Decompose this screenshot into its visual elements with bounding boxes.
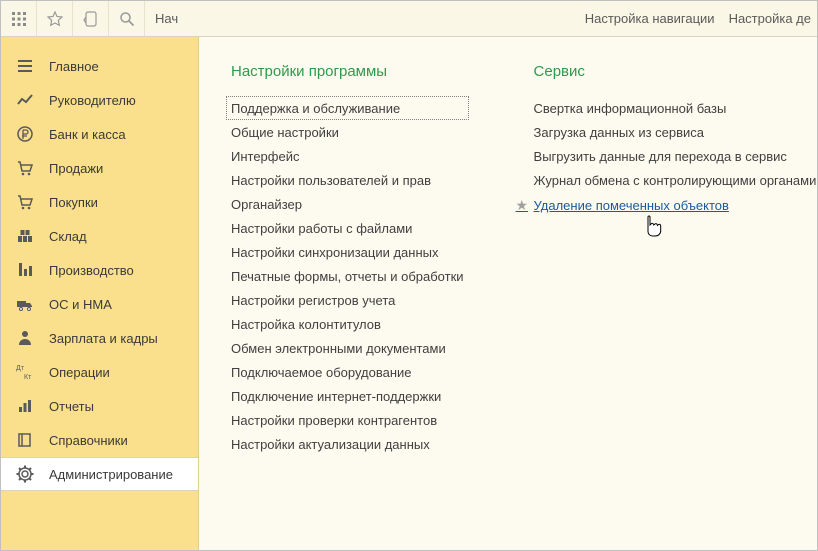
topbar-title: Нач [145, 1, 585, 36]
sidebar-item-label: Операции [49, 365, 110, 380]
apps-grid-icon[interactable] [1, 1, 37, 36]
link-files[interactable]: Настройки работы с файлами [231, 216, 464, 240]
truck-icon [15, 294, 35, 314]
app-window: Нач Настройка навигации Настройка де Гла… [0, 0, 818, 551]
svg-text:Дт: Дт [16, 365, 25, 372]
sidebar-item-label: Покупки [49, 195, 98, 210]
sidebar-item-label: Главное [49, 59, 99, 74]
book-icon [15, 430, 35, 450]
operations-icon: Дт Кт [15, 362, 35, 382]
sidebar-item-fixed-assets[interactable]: ОС и НМА [1, 287, 198, 321]
sidebar-item-sales[interactable]: Продажи [1, 151, 198, 185]
link-interface[interactable]: Интерфейс [231, 144, 464, 168]
column-title: Настройки программы [231, 63, 464, 80]
column-service: Сервис Свертка информационной базы Загру… [534, 63, 817, 550]
sidebar-item-bank[interactable]: Банк и касса [1, 117, 198, 151]
link-regulatory-exchange-log[interactable]: Журнал обмена с контролирующими органами [534, 168, 817, 192]
link-users-rights[interactable]: Настройки пользователей и прав [231, 168, 464, 192]
search-icon[interactable] [109, 1, 145, 36]
sidebar-item-label: ОС и НМА [49, 297, 112, 312]
sidebar-item-label: Отчеты [49, 399, 94, 414]
link-data-actualization[interactable]: Настройки актуализации данных [231, 432, 464, 456]
link-registers[interactable]: Настройки регистров учета [231, 288, 464, 312]
menu-icon [15, 56, 35, 76]
link-general[interactable]: Общие настройки [231, 120, 464, 144]
sidebar-item-label: Банк и касса [49, 127, 126, 142]
sidebar-item-salary[interactable]: Зарплата и кадры [1, 321, 198, 355]
sidebar-item-label: Продажи [49, 161, 103, 176]
topbar-left-icons [1, 1, 145, 36]
sidebar-item-administration[interactable]: Администрирование [1, 457, 198, 491]
link-print-forms[interactable]: Печатные формы, отчеты и обработки [231, 264, 464, 288]
link-sync[interactable]: Настройки синхронизации данных [231, 240, 464, 264]
link-export-for-service[interactable]: Выгрузить данные для перехода в сервис [534, 144, 817, 168]
link-counterparty-check[interactable]: Настройки проверки контрагентов [231, 408, 464, 432]
link-delete-marked[interactable]: ★ Удаление помеченных объектов [516, 192, 817, 218]
link-edoc-exchange[interactable]: Обмен электронными документами [231, 336, 464, 360]
sidebar-item-label: Производство [49, 263, 134, 278]
gear-icon [15, 464, 35, 484]
sidebar-item-purchases[interactable]: Покупки [1, 185, 198, 219]
sidebar-item-manager[interactable]: Руководителю [1, 83, 198, 117]
sidebar-item-reports[interactable]: Отчеты [1, 389, 198, 423]
sidebar-item-label: Руководителю [49, 93, 136, 108]
ruble-circle-icon [15, 124, 35, 144]
star-icon[interactable] [37, 1, 73, 36]
history-icon[interactable] [73, 1, 109, 36]
link-peripherals[interactable]: Подключаемое оборудование [231, 360, 464, 384]
link-support[interactable]: Поддержка и обслуживание [226, 96, 469, 120]
reports-icon [15, 396, 35, 416]
warehouse-icon [15, 226, 35, 246]
sidebar-item-label: Справочники [49, 433, 128, 448]
cart-icon [15, 158, 35, 178]
sidebar-item-production[interactable]: Производство [1, 253, 198, 287]
link-headers-footers[interactable]: Настройка колонтитулов [231, 312, 464, 336]
link-nav-settings[interactable]: Настройка навигации [585, 11, 715, 26]
topbar-right-links: Настройка навигации Настройка де [585, 1, 817, 36]
column-title: Сервис [534, 63, 817, 80]
content-area: Настройки программы Поддержка и обслужив… [199, 37, 817, 550]
chart-line-icon [15, 90, 35, 110]
topbar: Нач Настройка навигации Настройка де [1, 1, 817, 37]
person-icon [15, 328, 35, 348]
svg-text:Кт: Кт [24, 374, 32, 381]
body: Главное Руководителю Банк и касса Продаж… [1, 37, 817, 550]
cart-in-icon [15, 192, 35, 212]
link-convolution[interactable]: Свертка информационной базы [534, 96, 817, 120]
favorite-star-icon[interactable]: ★ [516, 197, 528, 214]
link-internet-support[interactable]: Подключение интернет-поддержки [231, 384, 464, 408]
sidebar-item-label: Склад [49, 229, 87, 244]
link-organizer[interactable]: Органайзер [231, 192, 464, 216]
sidebar-item-main[interactable]: Главное [1, 49, 198, 83]
sidebar-item-warehouse[interactable]: Склад [1, 219, 198, 253]
sidebar-item-operations[interactable]: Дт Кт Операции [1, 355, 198, 389]
sidebar-item-catalogs[interactable]: Справочники [1, 423, 198, 457]
sidebar: Главное Руководителю Банк и касса Продаж… [1, 37, 199, 550]
link-load-from-service[interactable]: Загрузка данных из сервиса [534, 120, 817, 144]
sidebar-item-label: Администрирование [49, 467, 173, 482]
topbar-title-text: Нач [155, 11, 178, 26]
column-program-settings: Настройки программы Поддержка и обслужив… [231, 63, 464, 550]
link-action-settings[interactable]: Настройка де [729, 11, 811, 26]
factory-icon [15, 260, 35, 280]
sidebar-item-label: Зарплата и кадры [49, 331, 158, 346]
